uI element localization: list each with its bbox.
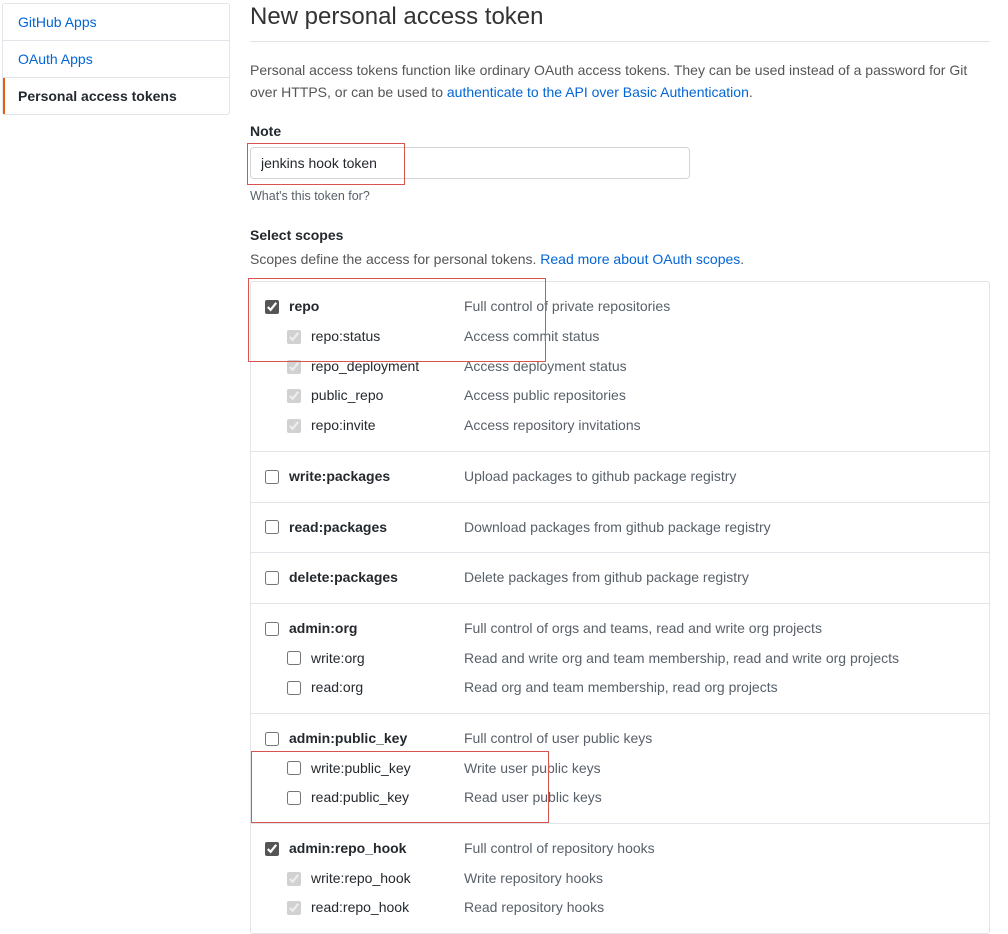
- scopes-table: repoFull control of private repositories…: [250, 281, 990, 934]
- scope-group: repoFull control of private repositories…: [251, 282, 989, 450]
- scopes-description: Scopes define the access for personal to…: [250, 251, 990, 267]
- scope-name: write:repo_hook: [311, 868, 464, 890]
- scope-row: read:repo_hookRead repository hooks: [265, 893, 975, 923]
- scope-checkbox[interactable]: [265, 470, 279, 484]
- scope-description: Write user public keys: [464, 758, 601, 780]
- sidebar-item-github-apps[interactable]: GitHub Apps: [3, 4, 229, 41]
- scope-description: Access public repositories: [464, 385, 626, 407]
- page-description: Personal access tokens function like ord…: [250, 60, 990, 103]
- scope-checkbox: [287, 901, 301, 915]
- oauth-scopes-doc-link[interactable]: Read more about OAuth scopes: [540, 251, 740, 267]
- scope-checkbox: [287, 360, 301, 374]
- scope-name: repo:invite: [311, 415, 464, 437]
- scope-description: Download packages from github package re…: [464, 517, 771, 539]
- scope-description: Access deployment status: [464, 356, 627, 378]
- scope-checkbox: [287, 872, 301, 886]
- scope-checkbox[interactable]: [265, 571, 279, 585]
- scope-name: read:packages: [289, 517, 464, 539]
- auth-doc-link[interactable]: authenticate to the API over Basic Authe…: [447, 84, 749, 100]
- page-description-post: .: [749, 84, 753, 100]
- scope-checkbox: [287, 330, 301, 344]
- scope-name: read:repo_hook: [311, 897, 464, 919]
- scope-description: Read org and team membership, read org p…: [464, 677, 778, 699]
- scope-group: read:packagesDownload packages from gith…: [251, 502, 989, 553]
- scope-checkbox[interactable]: [265, 520, 279, 534]
- page-title: New personal access token: [250, 0, 990, 42]
- select-scopes-heading: Select scopes: [250, 227, 990, 243]
- scope-row: repo:inviteAccess repository invitations: [265, 411, 975, 441]
- scope-name: write:public_key: [311, 758, 464, 780]
- scope-checkbox[interactable]: [265, 622, 279, 636]
- scope-row: admin:repo_hookFull control of repositor…: [265, 834, 975, 864]
- scopes-desc-post: .: [740, 251, 744, 267]
- note-help-text: What's this token for?: [250, 189, 990, 203]
- scope-name: delete:packages: [289, 567, 464, 589]
- scope-description: Upload packages to github package regist…: [464, 466, 736, 488]
- scope-description: Read and write org and team membership, …: [464, 648, 899, 670]
- scope-description: Read repository hooks: [464, 897, 604, 919]
- scope-name: repo:status: [311, 326, 464, 348]
- scope-description: Full control of user public keys: [464, 728, 652, 750]
- scope-row: read:orgRead org and team membership, re…: [265, 673, 975, 703]
- scope-row: repoFull control of private repositories: [265, 292, 975, 322]
- scope-description: Access commit status: [464, 326, 599, 348]
- scope-checkbox[interactable]: [265, 300, 279, 314]
- settings-sidebar: GitHub Apps OAuth Apps Personal access t…: [2, 3, 230, 115]
- scope-description: Full control of private repositories: [464, 296, 670, 318]
- scope-group: delete:packagesDelete packages from gith…: [251, 552, 989, 603]
- scope-name: admin:public_key: [289, 728, 464, 750]
- scope-row: read:packagesDownload packages from gith…: [265, 513, 975, 543]
- scopes-desc-text: Scopes define the access for personal to…: [250, 251, 540, 267]
- scope-group: admin:repo_hookFull control of repositor…: [251, 823, 989, 933]
- scope-row: write:packagesUpload packages to github …: [265, 462, 975, 492]
- sidebar-item-personal-access-tokens[interactable]: Personal access tokens: [3, 78, 229, 114]
- scope-row: write:orgRead and write org and team mem…: [265, 644, 975, 674]
- scope-row: repo_deploymentAccess deployment status: [265, 352, 975, 382]
- main-content: New personal access token Personal acces…: [230, 0, 990, 934]
- scope-checkbox[interactable]: [287, 651, 301, 665]
- scope-row: repo:statusAccess commit status: [265, 322, 975, 352]
- sidebar-item-oauth-apps[interactable]: OAuth Apps: [3, 41, 229, 78]
- scope-name: repo_deployment: [311, 356, 464, 378]
- scope-row: delete:packagesDelete packages from gith…: [265, 563, 975, 593]
- scope-description: Delete packages from github package regi…: [464, 567, 749, 589]
- scope-name: admin:repo_hook: [289, 838, 464, 860]
- note-label: Note: [250, 123, 990, 139]
- scope-row: write:repo_hookWrite repository hooks: [265, 864, 975, 894]
- scope-checkbox: [287, 419, 301, 433]
- note-input[interactable]: [250, 147, 690, 179]
- scope-name: write:org: [311, 648, 464, 670]
- scope-group: write:packagesUpload packages to github …: [251, 451, 989, 502]
- scope-name: admin:org: [289, 618, 464, 640]
- scope-description: Read user public keys: [464, 787, 602, 809]
- scope-description: Access repository invitations: [464, 415, 641, 437]
- scope-checkbox[interactable]: [287, 681, 301, 695]
- scope-checkbox[interactable]: [287, 791, 301, 805]
- scope-group: admin:public_keyFull control of user pub…: [251, 713, 989, 823]
- scope-checkbox[interactable]: [265, 732, 279, 746]
- scope-name: write:packages: [289, 466, 464, 488]
- scope-name: public_repo: [311, 385, 464, 407]
- scope-checkbox[interactable]: [287, 761, 301, 775]
- scope-row: admin:orgFull control of orgs and teams,…: [265, 614, 975, 644]
- scope-description: Full control of orgs and teams, read and…: [464, 618, 822, 640]
- scope-row: write:public_keyWrite user public keys: [265, 754, 975, 784]
- scope-description: Full control of repository hooks: [464, 838, 655, 860]
- scope-row: admin:public_keyFull control of user pub…: [265, 724, 975, 754]
- scope-checkbox: [287, 389, 301, 403]
- scope-row: read:public_keyRead user public keys: [265, 783, 975, 813]
- scope-group: admin:orgFull control of orgs and teams,…: [251, 603, 989, 713]
- scope-checkbox[interactable]: [265, 842, 279, 856]
- scope-name: repo: [289, 296, 464, 318]
- scope-description: Write repository hooks: [464, 868, 603, 890]
- scope-name: read:public_key: [311, 787, 464, 809]
- scope-row: public_repoAccess public repositories: [265, 381, 975, 411]
- scope-name: read:org: [311, 677, 464, 699]
